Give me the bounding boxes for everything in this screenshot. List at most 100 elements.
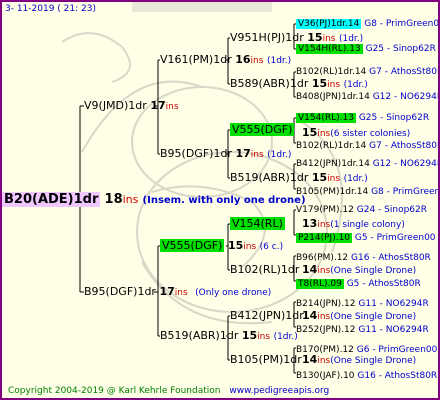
gen1-dam-note: (Only one drone) [195, 288, 272, 298]
gen2-1: V161(PM)1dr 16ins (1dr.) [160, 54, 291, 67]
gen4-12-name: T8(RL).09 [296, 279, 344, 289]
gen3-5-name: V154(RL) [230, 217, 285, 230]
gen4-3: B102(RL)1dr.14 G7 - AthosSt80R [296, 66, 440, 78]
gen3-2: B589(ABR)1dr 15ins (1dr.) [230, 78, 368, 91]
gen4-9: V179(PM).12 G24 - Sinop62R [296, 204, 427, 216]
gen3-4: B519(ABR)1dr 15ins (1dr.) [230, 172, 368, 185]
gen4-6: B102(RL)1dr.14 G7 - AthosSt80R [296, 140, 438, 152]
gen3-2-ins: ins [327, 80, 341, 90]
gen4-15-name: B170(PM).12 [296, 345, 354, 355]
site-link[interactable]: www.pedigreeapis.org [229, 386, 329, 396]
gen1-sire-ins: ins [165, 102, 179, 112]
gen4-13-code: G11 - NO6294R [358, 299, 429, 309]
gen2-3: V555(DGF) 15ins (6 c.) [160, 239, 284, 253]
gen4-7-name: B412(JPN)1dr.14 [296, 159, 370, 169]
gen4-4-code: G12 - NO6294R [372, 92, 440, 102]
gen4-2-code: G25 - Sinop62R [365, 44, 436, 54]
gen4-10: P214(PJ).10 G5 - PrimGreen00 [296, 232, 436, 244]
gen3-7-ins: ins [317, 312, 331, 322]
gen2-3-count: 15 [227, 239, 244, 252]
gen3-3: V555(DGF) [230, 123, 295, 136]
gen3-4-note: (1dr.) [343, 174, 368, 184]
gen4-12-code: G5 - AthosSt80R [346, 279, 421, 289]
gen4-14-name: B252(JPN).12 [296, 325, 356, 335]
gen3-3-count: 15 [302, 126, 318, 139]
gen1-sire-count: 17 [150, 99, 166, 112]
gen3-5-ins: ins [317, 220, 331, 230]
gen3-2-count: 15 [311, 77, 328, 90]
gen4-5-name: V154(RL).13 [296, 113, 356, 123]
gen4-12: T8(RL).09 G5 - AthosSt80R [296, 278, 421, 290]
gen4-15-code: G6 - PrimGreen00 [356, 345, 438, 355]
gen4-14-code: G11 - NO6294R [358, 325, 429, 335]
gen3-5-note: (1 single colony) [330, 220, 405, 230]
root-name: B20(ADE)1dr [2, 192, 101, 207]
gen3-5-detail: 13ins(1 single colony) [302, 218, 405, 231]
gen2-3-note: (6 c.) [259, 242, 284, 252]
gen4-8-name: B105(PM)1dr.14 [296, 187, 369, 197]
gen4-6-name: B102(RL)1dr.14 [296, 141, 367, 151]
gen4-10-name: P214(PJ).10 [296, 233, 353, 243]
gen4-13-name: B214(JPN).12 [296, 299, 356, 309]
gen3-3-ins: ins [317, 129, 331, 139]
gen2-2: B95(DGF)1dr 17ins (1dr.) [160, 148, 291, 161]
gen2-1-name: V161(PM)1dr [160, 53, 232, 66]
gen4-5-code: G25 - Sinop62R [358, 113, 430, 123]
gen3-6-detail: 14ins(One Single Drone) [302, 264, 416, 277]
gen4-3-name: B102(RL)1dr.14 [296, 67, 367, 77]
gen1-sire-name: V9(JMD)1dr [84, 99, 147, 112]
gen4-13: B214(JPN).12 G11 - NO6294R [296, 298, 429, 310]
gen2-3-name: V555(DGF) [160, 239, 225, 252]
gen4-16: B130(JAF).10 G16 - AthosSt80R [296, 370, 437, 382]
gen4-15: B170(PM).12 G6 - PrimGreen00 [296, 344, 437, 356]
report-date: 3- 11-2019 ( 21: 23) [5, 4, 96, 14]
gen4-16-code: G16 - AthosSt80R [357, 371, 438, 381]
gen4-10-code: G5 - PrimGreen00 [354, 233, 436, 243]
gen3-4-count: 15 [311, 171, 328, 184]
gen4-4-name: B408(JPN)1dr.14 [296, 92, 370, 102]
gen4-9-code: G24 - Sinop62R [356, 205, 427, 215]
gen4-11-name: B96(PM).12 [296, 253, 349, 263]
gen4-14: B252(JPN).12 G11 - NO6294R [296, 324, 429, 336]
gen3-8-name: B105(PM)1dr [230, 353, 302, 366]
gen4-11: B96(PM).12 G16 - AthosSt80R [296, 252, 431, 264]
footer-copyright: Copyright 2004-2019 @ Karl Kehrle Founda… [8, 385, 329, 397]
gen4-1-code: G8 - PrimGreen00 [364, 19, 440, 29]
gen3-7-note: (One Single Drone) [330, 312, 417, 322]
gen3-1-name: V951H(PJ)1dr [230, 31, 304, 44]
gen3-5-count: 13 [302, 217, 318, 230]
gen1-dam-ins: ins [174, 288, 188, 298]
gen3-2-note: (1dr.) [343, 80, 368, 90]
copyright-text: Copyright 2004-2019 @ Karl Kehrle Founda… [8, 386, 221, 396]
gen2-4-name: B519(ABR)1dr [160, 329, 239, 342]
gen4-8-code: G8 - PrimGreen00 [371, 187, 440, 197]
gen4-7-code: G12 - NO6294R [372, 159, 440, 169]
gen2-2-ins: ins [250, 150, 264, 160]
gen4-7: B412(JPN)1dr.14 G12 - NO6294R [296, 158, 440, 170]
gen2-1-note: (1dr.) [266, 56, 292, 66]
gen3-7-detail: 14ins(One Single Drone) [302, 310, 416, 323]
gen3-5: V154(RL) [230, 217, 285, 230]
gen2-3-ins: ins [243, 242, 257, 252]
gen3-6-note: (One Single Drone) [330, 266, 417, 276]
gen2-4-ins: ins [257, 332, 271, 342]
gen4-16-name: B130(JAF).10 [296, 371, 355, 381]
gen4-1-name: V36(PJ)1dr.14 [296, 19, 362, 29]
gen4-1: V36(PJ)1dr.14 G8 - PrimGreen00 [296, 18, 440, 30]
gen3-3-note: (6 sister colonies) [330, 129, 411, 139]
gen3-3-name: V555(DGF) [230, 123, 295, 136]
gen2-2-name: B95(DGF)1dr [160, 147, 232, 160]
gen4-8: B105(PM)1dr.14 G8 - PrimGreen00 [296, 186, 440, 198]
gen2-2-count: 17 [235, 147, 251, 160]
gen4-3-code: G7 - AthosSt80R [369, 67, 440, 77]
gen3-2-name: B589(ABR)1dr [230, 77, 309, 90]
gen3-8: B105(PM)1dr [230, 354, 302, 366]
gen3-7: B412(JPN)1dr [230, 310, 304, 322]
pedigree-chart: 3- 11-2019 ( 21: 23) B20(ADE)1dr 18ins (… [0, 0, 440, 400]
root-ins-label: ins [122, 193, 139, 206]
gen2-4-count: 15 [241, 329, 258, 342]
gen4-9-name: V179(PM).12 [296, 205, 354, 215]
gen2-1-ins: ins [250, 56, 264, 66]
gen3-6-ins: ins [317, 266, 331, 276]
gen2-4-note: (1dr.) [273, 332, 298, 342]
